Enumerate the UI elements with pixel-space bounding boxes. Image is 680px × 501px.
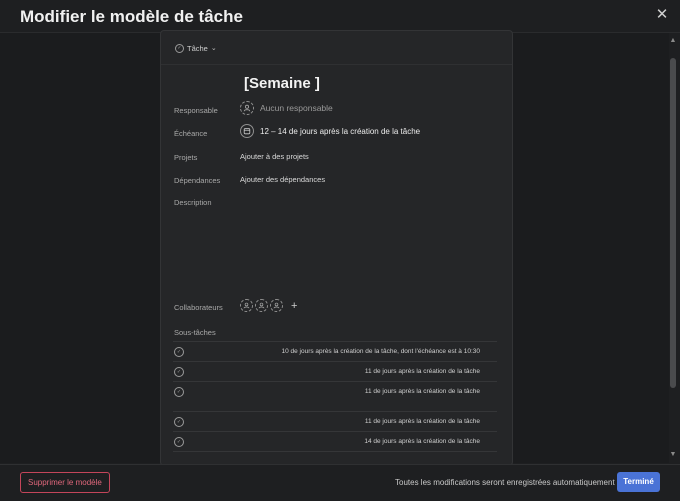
- right-gutter: [511, 33, 669, 463]
- check-circle-icon[interactable]: ✓: [174, 416, 184, 427]
- check-circle-icon: ✓: [175, 43, 184, 53]
- due-date-value: 12 – 14 de jours après la création de la…: [260, 126, 421, 136]
- subtask-row[interactable]: ✓ 14 de jours après la création de la tâ…: [173, 431, 497, 451]
- modal-header: Modifier le modèle de tâche ✕: [0, 0, 680, 33]
- task-type-label: Tâche: [187, 43, 208, 53]
- chevron-down-icon: ⌄: [210, 45, 217, 52]
- subtasks-heading: Sous-tâches: [174, 328, 216, 337]
- autosave-notice: Toutes les modifications seront enregist…: [395, 478, 615, 487]
- subtask-text: 14 de jours après la création de la tâch…: [364, 438, 480, 445]
- description-editor[interactable]: [240, 193, 500, 288]
- edit-task-template-modal: Modifier le modèle de tâche ✕ ▲ ▼ ✓ Tâch…: [0, 0, 680, 501]
- scroll-down-icon[interactable]: ▼: [669, 450, 677, 460]
- task-template-panel: ✓ Tâche ⌄ [Semaine ] Responsable Aucun r…: [160, 30, 513, 466]
- field-label-responsable: Responsable: [174, 106, 218, 115]
- assignee-value: Aucun responsable: [260, 103, 333, 113]
- scroll-up-icon[interactable]: ▲: [669, 36, 677, 46]
- add-dependencies-label: Ajouter des dépendances: [240, 175, 326, 184]
- task-type-dropdown[interactable]: ✓ Tâche ⌄: [175, 41, 217, 55]
- collaborators-list: +: [240, 299, 297, 312]
- field-label-collaborateurs: Collaborateurs: [174, 303, 223, 312]
- add-dependencies-link[interactable]: Ajouter des dépendances: [240, 175, 325, 184]
- close-icon[interactable]: ✕: [654, 7, 670, 23]
- delete-template-button[interactable]: Supprimer le modèle: [20, 472, 110, 493]
- subtask-row[interactable]: ✓ 11 de jours après la création de la tâ…: [173, 361, 497, 381]
- scrollbar-thumb[interactable]: [670, 58, 676, 388]
- modal-footer: Supprimer le modèle Toutes les modificat…: [0, 464, 680, 501]
- check-circle-icon[interactable]: ✓: [174, 366, 184, 377]
- check-circle-icon[interactable]: ✓: [174, 386, 184, 397]
- subtask-text: 10 de jours après la création de la tâch…: [281, 348, 480, 355]
- subtask-row[interactable]: ✓ 11 de jours après la création de la tâ…: [173, 411, 497, 431]
- subtask-text: 11 de jours après la création de la tâch…: [364, 388, 480, 395]
- assignee-picker[interactable]: Aucun responsable: [240, 101, 333, 115]
- collaborator-avatar-icon[interactable]: [240, 299, 253, 312]
- field-label-echeance: Échéance: [174, 129, 208, 138]
- subtask-row-empty[interactable]: [173, 401, 497, 411]
- divider: [161, 64, 512, 65]
- field-label-dependances: Dépendances: [174, 176, 221, 185]
- due-date-picker[interactable]: 12 – 14 de jours après la création de la…: [240, 124, 420, 138]
- field-label-projets: Projets: [174, 153, 198, 162]
- subtask-row[interactable]: ✓ 11 de jours après la création de la tâ…: [173, 381, 497, 401]
- check-circle-icon[interactable]: ✓: [174, 346, 184, 357]
- left-gutter: [0, 33, 160, 463]
- check-circle-icon[interactable]: ✓: [174, 436, 184, 447]
- add-to-projects-link[interactable]: Ajouter à des projets: [240, 152, 309, 161]
- calendar-icon: [240, 124, 254, 138]
- field-label-description: Description: [174, 198, 212, 207]
- user-icon: [240, 101, 254, 115]
- collaborator-avatar-icon[interactable]: [255, 299, 268, 312]
- add-to-projects-label: Ajouter à des projets: [240, 152, 309, 161]
- subtask-text: 11 de jours après la création de la tâch…: [364, 368, 480, 375]
- modal-title: Modifier le modèle de tâche: [20, 7, 243, 26]
- subtask-text: 11 de jours après la création de la tâch…: [364, 418, 480, 425]
- task-title-input[interactable]: [Semaine ]: [244, 75, 320, 92]
- subtask-row[interactable]: ✓ 10 de jours après la création de la tâ…: [173, 341, 497, 361]
- done-button[interactable]: Terminé: [617, 472, 660, 492]
- collaborator-avatar-icon[interactable]: [270, 299, 283, 312]
- plus-icon[interactable]: +: [291, 300, 297, 312]
